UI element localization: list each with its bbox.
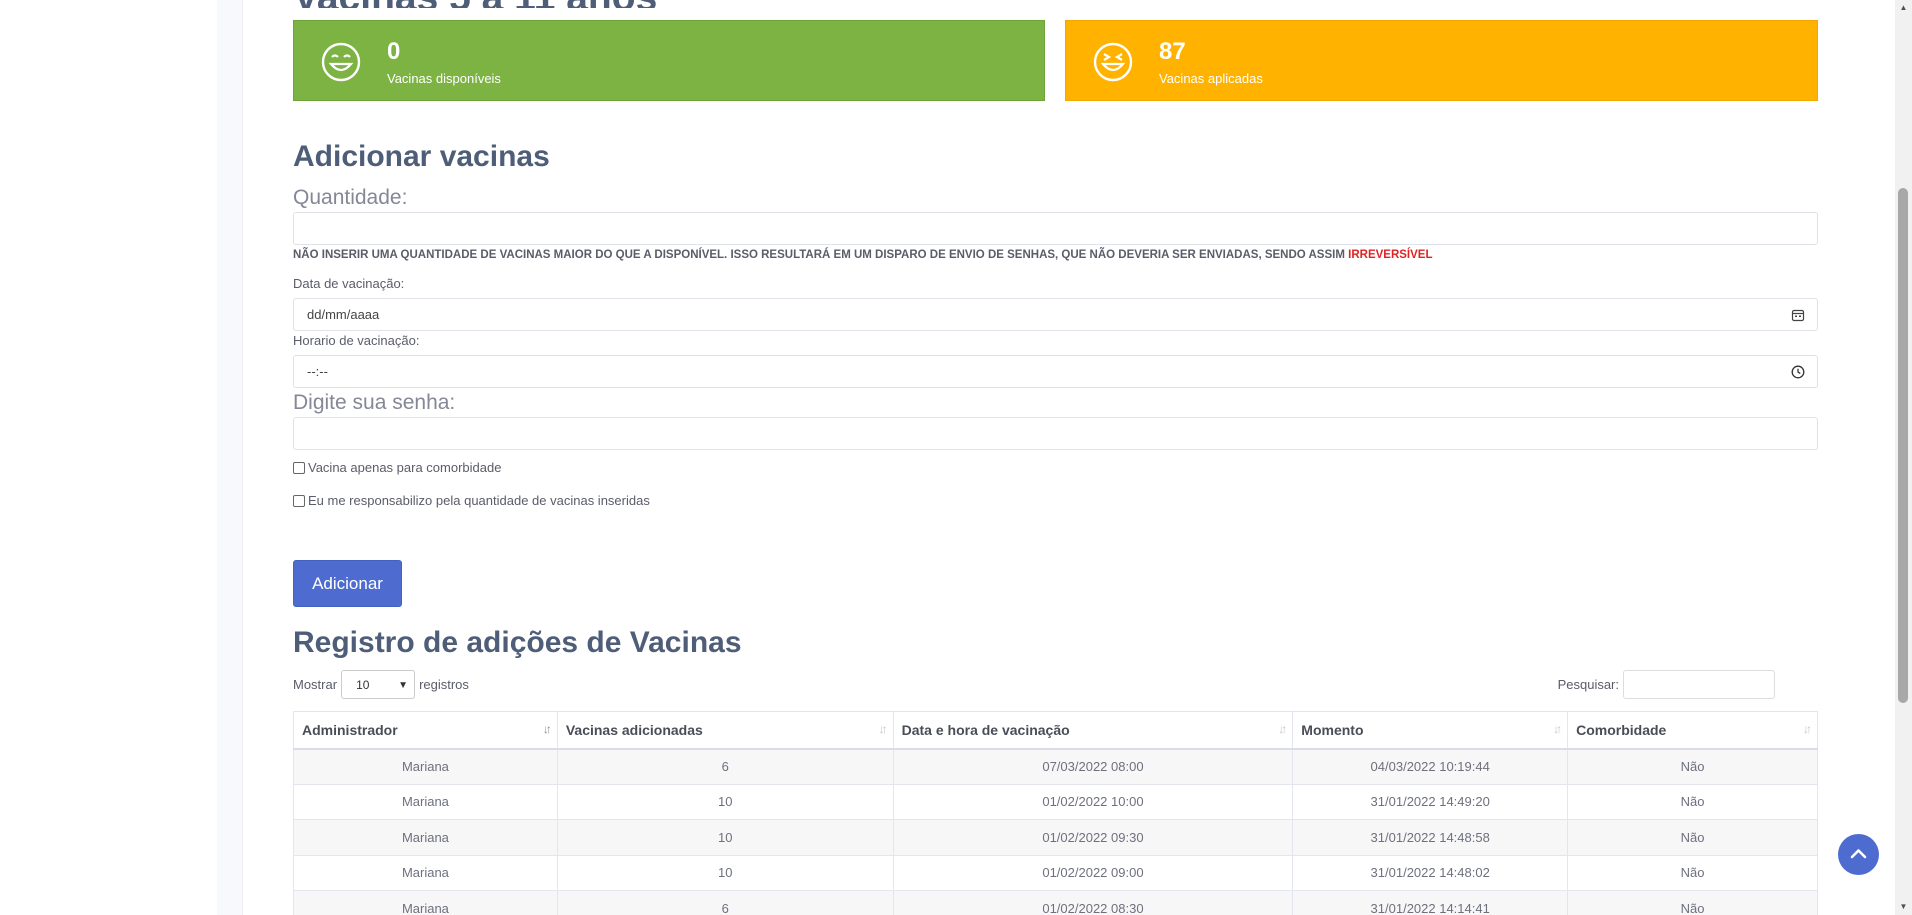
scroll-down-arrow-icon[interactable]: ▼ [1898,902,1909,912]
available-vaccines-card: 0 Vacinas disponíveis [293,20,1045,101]
table-cell: 31/01/2022 14:49:20 [1292,783,1569,820]
responsibility-checkbox[interactable] [293,494,305,507]
table-row: Mariana 10 01/02/2022 09:30 31/01/2022 1… [293,819,1818,856]
add-button[interactable]: Adicionar [293,560,402,607]
warning-text: NÃO INSERIR UMA QUANTIDADE DE VACINAS MA… [293,249,1345,261]
column-header-comorbidade[interactable]: Comorbidade ↓↑ [1567,711,1818,750]
table-cell: Não [1567,783,1818,820]
quantity-warning: NÃO INSERIR UMA QUANTIDADE DE VACINAS MA… [293,249,1433,261]
column-header-vacinas-adicionadas[interactable]: Vacinas adicionadas ↓↑ [556,711,894,750]
table-cell: Mariana [293,854,558,891]
column-header-label: Data e hora de vacinação [901,721,1070,738]
page-length-select[interactable]: 10 ▼ [341,670,416,699]
table-cell: Mariana [293,783,558,820]
table-row: Mariana 10 01/02/2022 10:00 31/01/2022 1… [293,783,1818,820]
table-cell: Mariana [293,819,558,856]
comorbidity-checkbox-label: Vacina apenas para comorbidade [308,460,502,475]
table-header-row: Administrador ↓↑ Vacinas adicionadas ↓↑ Da… [293,711,1818,750]
show-label: Mostrar [293,677,338,692]
clock-icon[interactable] [1791,365,1805,379]
sort-icon: ↓↑ [1553,722,1562,736]
smile-icon [321,42,361,82]
records-label: registros [419,677,469,692]
applied-vaccines-card: 87 Vacinas aplicadas [1065,20,1818,101]
available-vaccines-count: 0 [387,38,401,65]
column-header-label: Comorbidade [1576,721,1667,738]
time-input-value: --:-- [307,364,328,379]
column-header-administrador[interactable]: Administrador ↓↑ [293,711,558,750]
scroll-up-arrow-icon[interactable]: ▲ [1898,3,1909,13]
applied-vaccines-count: 87 [1159,38,1186,65]
table-cell: 10 [556,854,894,891]
table-cell: 10 [556,783,894,820]
date-input[interactable]: dd/mm/aaaa [293,298,1818,331]
page-length-control: Mostrar 10 ▼ registros [293,670,469,699]
date-label: Data de vacinação: [293,276,405,291]
table-cell: 31/01/2022 14:14:41 [1292,890,1569,915]
table-cell: 10 [556,819,894,856]
chevron-down-icon: ▼ [398,680,409,691]
table-cell: Não [1567,854,1818,891]
table-cell: 01/02/2022 09:30 [892,819,1294,856]
password-input[interactable] [293,417,1818,450]
column-header-momento[interactable]: Momento ↓↑ [1292,711,1569,750]
responsibility-checkbox-row[interactable]: Eu me responsabilizo pela quantidade de … [293,493,650,508]
table-search: Pesquisar: [1558,670,1775,699]
chevron-up-icon [1850,849,1867,859]
sort-icon: ↓↑ [542,722,552,736]
table-cell: Mariana [293,748,558,785]
table-cell: 04/03/2022 10:19:44 [1292,748,1569,785]
table-cell: 31/01/2022 14:48:58 [1292,819,1569,856]
records-title: Registro de adições de Vacinas [293,626,742,659]
sort-icon: ↓↑ [1803,722,1812,736]
page-title: Vacinas 5 a 11 anos [293,0,657,8]
table-cell: 07/03/2022 08:00 [892,748,1294,785]
table-row: Mariana 10 01/02/2022 09:00 31/01/2022 1… [293,854,1818,891]
table-row: Mariana 6 07/03/2022 08:00 04/03/2022 10… [293,748,1818,785]
add-vaccines-title: Adicionar vacinas [293,140,550,173]
search-input[interactable] [1623,670,1775,699]
table-cell: 31/01/2022 14:48:02 [1292,854,1569,891]
applied-vaccines-label: Vacinas aplicadas [1159,71,1263,86]
table-cell: 6 [556,890,894,915]
sort-icon: ↓↑ [1278,722,1287,736]
sort-icon: ↓↑ [878,722,888,736]
table-cell: Mariana [293,890,558,915]
table-cell: 6 [556,748,894,785]
table-cell: Não [1567,748,1818,785]
sidebar-background [217,0,243,915]
column-header-label: Momento [1301,721,1364,738]
time-input[interactable]: --:-- [293,355,1818,388]
password-label: Digite sua senha: [293,391,456,414]
quantity-input[interactable] [293,212,1818,245]
table-cell: 01/02/2022 10:00 [892,783,1294,820]
quantity-label: Quantidade: [293,186,408,209]
main-content: Vacinas 5 a 11 anos 0 Vacinas disponívei… [243,0,1863,915]
column-header-data-hora[interactable]: Data e hora de vacinação ↓↑ [892,711,1294,750]
warning-emphasis: IRREVERSÍVEL [1348,249,1433,261]
search-label: Pesquisar: [1557,677,1619,692]
laughing-icon [1093,42,1133,82]
time-label: Horario de vacinação: [293,333,420,348]
scroll-to-top-button[interactable] [1838,834,1879,875]
column-header-label: Administrador [302,721,398,738]
responsibility-checkbox-label: Eu me responsabilizo pela quantidade de … [308,493,650,508]
calendar-icon[interactable] [1791,308,1805,322]
table-cell: 01/02/2022 08:30 [892,890,1294,915]
date-input-value: dd/mm/aaaa [307,307,380,322]
table-cell: Não [1567,890,1818,915]
comorbidity-checkbox[interactable] [293,461,305,474]
comorbidity-checkbox-row[interactable]: Vacina apenas para comorbidade [293,460,501,475]
table-cell: 01/02/2022 09:00 [892,854,1294,891]
scrollbar-thumb[interactable] [1898,188,1908,703]
column-header-label: Vacinas adicionadas [565,721,703,738]
table-row: Mariana 6 01/02/2022 08:30 31/01/2022 14… [293,890,1818,915]
page-length-value: 10 [356,678,370,692]
records-table: Administrador ↓↑ Vacinas adicionadas ↓↑ Da… [293,711,1818,915]
available-vaccines-label: Vacinas disponíveis [387,71,501,86]
table-cell: Não [1567,819,1818,856]
